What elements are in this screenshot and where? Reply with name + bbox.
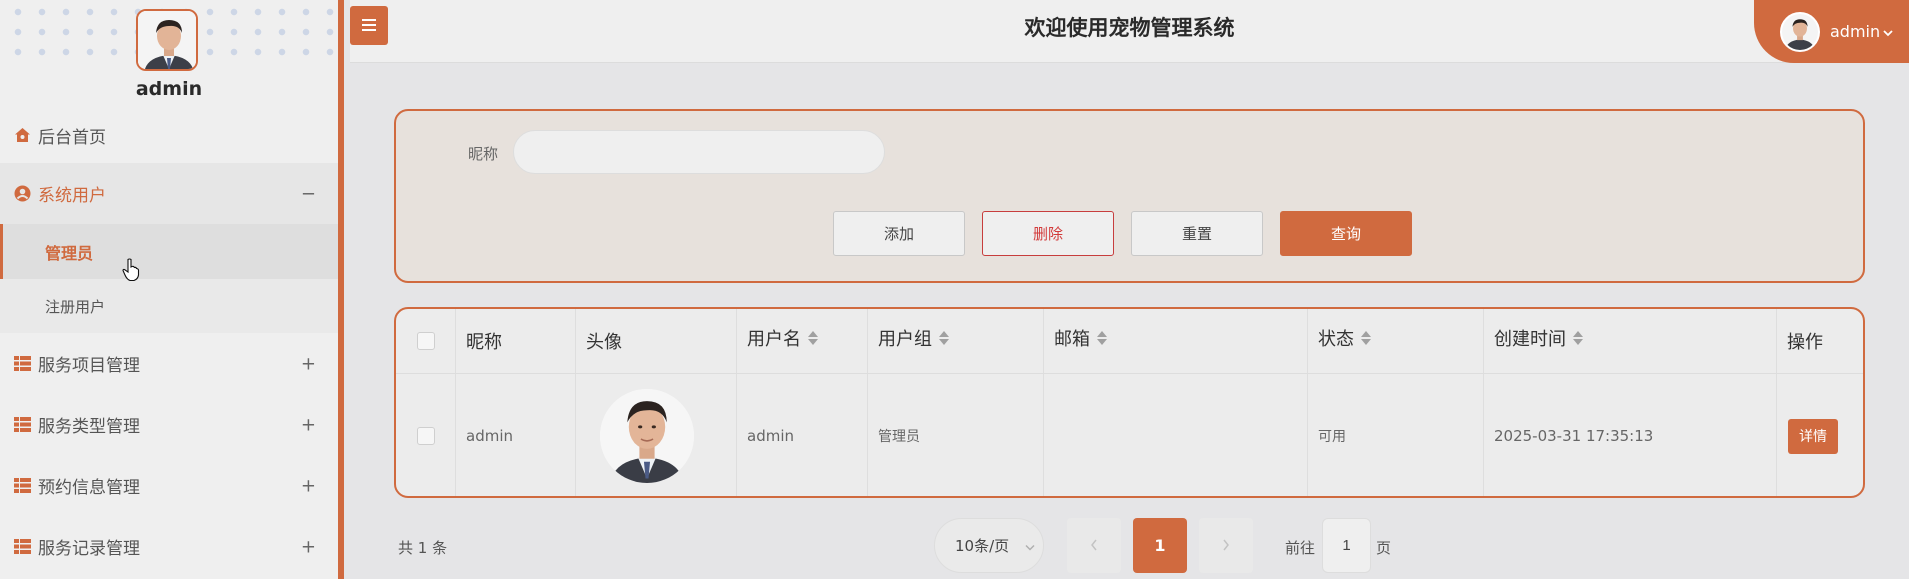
search-panel: 昵称 添加 删除 重置 查询	[394, 109, 1865, 283]
query-button[interactable]: 查询	[1280, 211, 1412, 256]
header-avatar	[1780, 11, 1820, 52]
column-label: 创建时间	[1494, 329, 1566, 350]
column-header-avatar: 头像	[576, 309, 737, 373]
delete-button[interactable]: 删除	[982, 211, 1114, 256]
user-menu[interactable]: admin	[1754, 0, 1909, 63]
sidebar-subitem-registered-users[interactable]: 注册用户	[0, 279, 338, 333]
sort-icon[interactable]	[808, 330, 818, 346]
row-checkbox[interactable]	[416, 427, 435, 445]
sidebar-item-home[interactable]: 后台首页	[0, 108, 338, 163]
chevron-right-icon	[1222, 535, 1230, 556]
sidebar-item-service-projects[interactable]: 服务项目管理 +	[0, 333, 338, 394]
users-table: 昵称 头像 用户名 用户组 邮箱 状态 创建时间 操作 admin admin …	[394, 307, 1865, 498]
cell-group: 管理员	[868, 374, 1044, 496]
select-all-checkbox[interactable]	[416, 332, 435, 350]
column-label: 用户组	[878, 329, 932, 350]
row-select-cell	[396, 374, 456, 496]
total-count: 共 1 条	[398, 539, 448, 557]
grid-icon	[14, 538, 31, 555]
column-header-email[interactable]: 邮箱	[1044, 309, 1308, 373]
column-label: 邮箱	[1054, 329, 1090, 350]
cell-nickname: admin	[456, 374, 576, 496]
column-header-username[interactable]: 用户名	[737, 309, 868, 373]
grid-icon	[14, 355, 31, 372]
column-label: 头像	[586, 332, 622, 353]
collapse-icon[interactable]: −	[301, 183, 316, 204]
user-circle-icon	[14, 185, 31, 202]
cell-created-time: 2025-03-31 17:35:13	[1484, 374, 1777, 496]
detail-button[interactable]: 详情	[1788, 418, 1838, 454]
sort-icon[interactable]	[939, 330, 949, 346]
expand-icon[interactable]: +	[301, 414, 316, 435]
sidebar-username: admin	[135, 78, 203, 100]
column-header-created[interactable]: 创建时间	[1484, 309, 1777, 373]
expand-icon[interactable]: +	[301, 475, 316, 496]
nickname-search-input[interactable]	[513, 130, 885, 174]
column-label: 用户名	[747, 329, 801, 350]
expand-icon[interactable]: +	[301, 536, 316, 557]
goto-page-input[interactable]	[1322, 518, 1371, 573]
column-label: 操作	[1787, 332, 1823, 353]
goto-label: 前往	[1285, 539, 1316, 557]
user-avatar[interactable]	[600, 389, 694, 483]
page-title: 欢迎使用宠物管理系统	[1024, 16, 1235, 40]
column-label: 状态	[1318, 329, 1354, 350]
column-header-nickname: 昵称	[456, 309, 576, 373]
grid-icon	[14, 477, 31, 494]
sort-icon[interactable]	[1573, 330, 1583, 346]
sidebar-profile: admin	[0, 0, 338, 108]
sidebar-item-label: 后台首页	[38, 128, 106, 148]
home-icon	[14, 127, 31, 144]
sidebar-item-service-records[interactable]: 服务记录管理 +	[0, 516, 338, 577]
reset-button[interactable]: 重置	[1131, 211, 1263, 256]
chevron-left-icon	[1090, 535, 1098, 556]
sidebar: admin 后台首页 系统用户 − 管理员 注册用户 服务项目管理 + 服务类型…	[0, 0, 344, 579]
prev-page-button[interactable]	[1067, 518, 1121, 573]
select-all-cell	[396, 309, 456, 373]
user-menu-label: admin	[1830, 22, 1881, 41]
cell-email	[1044, 374, 1308, 496]
sidebar-item-label: 服务记录管理	[38, 539, 140, 559]
sidebar-item-appointments[interactable]: 预约信息管理 +	[0, 455, 338, 516]
cell-actions: 详情	[1777, 374, 1863, 496]
column-header-group[interactable]: 用户组	[868, 309, 1044, 373]
sidebar-item-system-users[interactable]: 系统用户 −	[0, 163, 338, 224]
sidebar-item-service-types[interactable]: 服务类型管理 +	[0, 394, 338, 455]
column-header-status[interactable]: 状态	[1308, 309, 1484, 373]
goto-suffix: 页	[1376, 539, 1392, 557]
pointer-cursor-icon	[122, 258, 140, 286]
table-row: admin admin 管理员 可用 2025-03-31 17:35:13 详…	[396, 374, 1863, 496]
sidebar-subitem-label: 注册用户	[45, 297, 106, 316]
chevron-down-icon	[1025, 541, 1035, 554]
submenu-system-users: 管理员 注册用户	[0, 224, 338, 333]
page-number-button[interactable]: 1	[1133, 518, 1187, 573]
cell-status: 可用	[1308, 374, 1484, 496]
column-header-actions: 操作	[1777, 309, 1863, 373]
sidebar-item-label: 服务类型管理	[38, 417, 140, 437]
sidebar-subitem-label: 管理员	[45, 243, 94, 263]
nickname-label: 昵称	[468, 145, 499, 163]
sort-icon[interactable]	[1361, 330, 1371, 346]
sidebar-item-label: 服务项目管理	[38, 356, 140, 376]
expand-icon[interactable]: +	[301, 353, 316, 374]
sort-icon[interactable]	[1097, 330, 1107, 346]
cell-username: admin	[737, 374, 868, 496]
sidebar-avatar[interactable]	[136, 9, 198, 71]
next-page-button[interactable]	[1199, 518, 1253, 573]
sidebar-item-label: 系统用户	[38, 186, 106, 206]
top-header: 欢迎使用宠物管理系统 admin	[350, 0, 1909, 63]
table-header: 昵称 头像 用户名 用户组 邮箱 状态 创建时间 操作	[396, 309, 1863, 374]
page-size-value: 10条/页	[955, 537, 1010, 555]
sidebar-subitem-admins[interactable]: 管理员	[0, 224, 338, 279]
sidebar-item-label: 预约信息管理	[38, 478, 140, 498]
page-size-select[interactable]: 10条/页	[934, 518, 1044, 573]
chevron-down-icon	[1883, 22, 1893, 41]
cell-avatar	[576, 374, 737, 496]
column-label: 昵称	[466, 332, 502, 353]
add-button[interactable]: 添加	[833, 211, 965, 256]
grid-icon	[14, 416, 31, 433]
